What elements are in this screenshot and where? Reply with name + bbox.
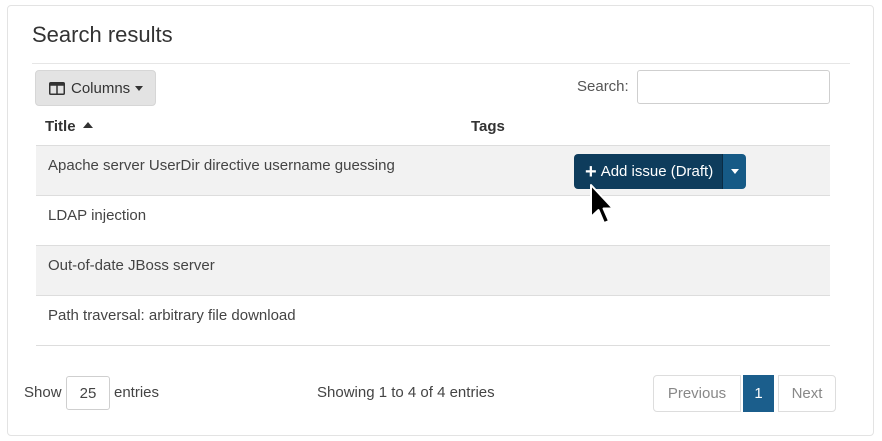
chevron-down-icon <box>135 85 144 91</box>
next-page-button[interactable]: Next <box>778 375 836 412</box>
issue-title-cell: Path traversal: arbitrary file download <box>48 307 296 324</box>
plus-icon: + <box>585 160 597 183</box>
columns-button[interactable]: Columns <box>35 70 156 106</box>
add-issue-button-group: + Add issue (Draft) <box>574 154 747 189</box>
add-issue-draft-label: Add issue (Draft) <box>600 163 714 180</box>
table-info: Showing 1 to 4 of 4 entries <box>317 384 495 401</box>
table-row[interactable]: Path traversal: arbitrary file download <box>36 296 830 346</box>
chevron-down-icon <box>730 169 739 174</box>
results-table: Apache server UserDir directive username… <box>36 146 830 346</box>
table-row[interactable]: Out-of-date JBoss server <box>36 246 830 296</box>
columns-icon <box>49 81 65 95</box>
column-header-title-label: Title <box>45 118 76 135</box>
show-label: Show <box>24 384 62 401</box>
entries-label: entries <box>114 384 160 401</box>
column-header-title[interactable]: Title <box>45 118 93 135</box>
table-row[interactable]: Apache server UserDir directive username… <box>36 146 830 196</box>
title-divider <box>32 63 850 64</box>
previous-page-button[interactable]: Previous <box>653 375 741 412</box>
issue-title-cell: Apache server UserDir directive username… <box>48 157 395 174</box>
pagination: Previous 1 Next <box>653 375 836 412</box>
add-issue-draft-button[interactable]: + Add issue (Draft) <box>574 154 723 189</box>
issue-title-cell: Out-of-date JBoss server <box>48 257 215 274</box>
add-issue-dropdown-toggle[interactable] <box>722 154 747 189</box>
page-1-button[interactable]: 1 <box>743 375 774 412</box>
search-label: Search: <box>577 78 629 95</box>
table-row[interactable]: LDAP injection <box>36 196 830 246</box>
page-length-select[interactable]: 25 <box>66 376 110 410</box>
sort-ascending-icon <box>82 122 93 128</box>
issue-title-cell: LDAP injection <box>48 207 147 224</box>
columns-button-label: Columns <box>71 79 131 97</box>
column-header-tags[interactable]: Tags <box>471 118 505 135</box>
panel-title: Search results <box>32 22 173 47</box>
search-input[interactable] <box>637 70 830 104</box>
